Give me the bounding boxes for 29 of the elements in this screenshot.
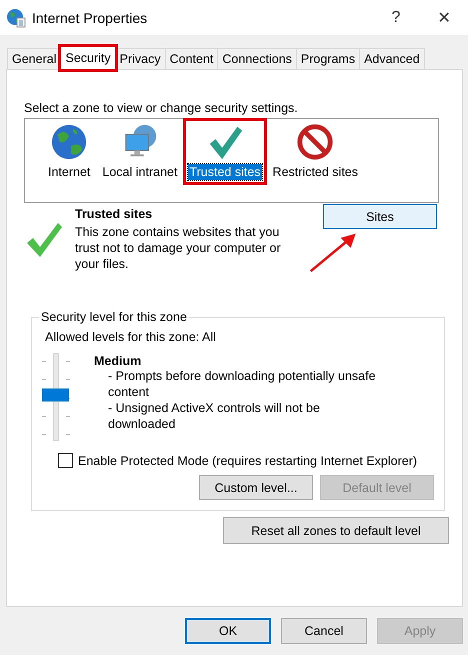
checkbox[interactable]	[58, 453, 73, 468]
zone-title: Trusted sites	[75, 207, 154, 221]
zone-description: This zone contains websites that you trust not to damage your computer or your files.	[75, 224, 282, 272]
globe-icon	[6, 8, 26, 28]
dialog-button[interactable]: OK	[185, 618, 271, 644]
tab[interactable]: Programs	[296, 48, 360, 69]
sites-button[interactable]: Sites	[323, 204, 437, 229]
level-slider[interactable]	[42, 353, 70, 441]
level-detail: - Prompts before downloading potentially unsafe content	[107, 368, 377, 400]
zone-item[interactable]: Internet	[45, 121, 94, 182]
globe-icon	[50, 123, 88, 161]
checkbox-label: Enable Protected Mode (requires restarting Internet Explorer)	[78, 454, 418, 468]
level-button[interactable]: Custom level...	[199, 475, 313, 500]
level-detail: - Unsigned ActiveX controls will not be downloaded	[107, 400, 321, 432]
tab[interactable]: Security	[60, 46, 116, 70]
window-title: Internet Properties	[32, 10, 148, 26]
level-name: Medium	[94, 354, 142, 368]
dialog-button[interactable]: Cancel	[281, 618, 367, 644]
close-button[interactable]: ✕	[420, 0, 468, 35]
zone-item[interactable]: Restricted sites	[270, 121, 361, 182]
tab[interactable]: Advanced	[359, 48, 425, 69]
zone-prompt: Select a zone to view or change security settings.	[24, 101, 299, 115]
zone-item[interactable]: Local intranet	[99, 121, 180, 182]
group-legend: Security level for this zone	[39, 310, 189, 324]
no-entry-icon	[296, 123, 334, 161]
reset-button[interactable]: Reset all zones to default level	[223, 517, 449, 544]
zone-item[interactable]: Trusted sites	[186, 121, 264, 182]
allowed-levels: Allowed levels for this zone: All	[45, 330, 217, 344]
help-button[interactable]: ?	[372, 0, 420, 35]
